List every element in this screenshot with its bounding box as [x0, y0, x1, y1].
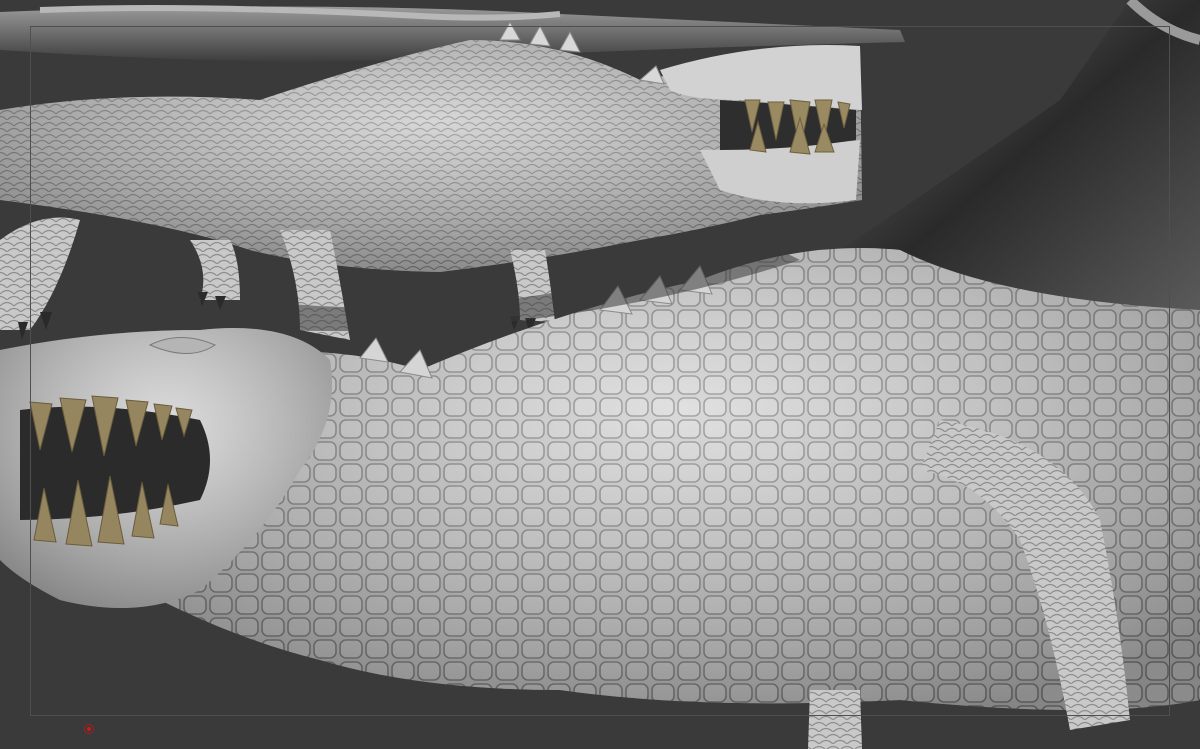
- sculpt-render: [0, 0, 1200, 749]
- 3d-viewport[interactable]: [0, 0, 1200, 749]
- red-circle-icon[interactable]: [84, 724, 94, 734]
- lower-crocodile: [0, 248, 1200, 749]
